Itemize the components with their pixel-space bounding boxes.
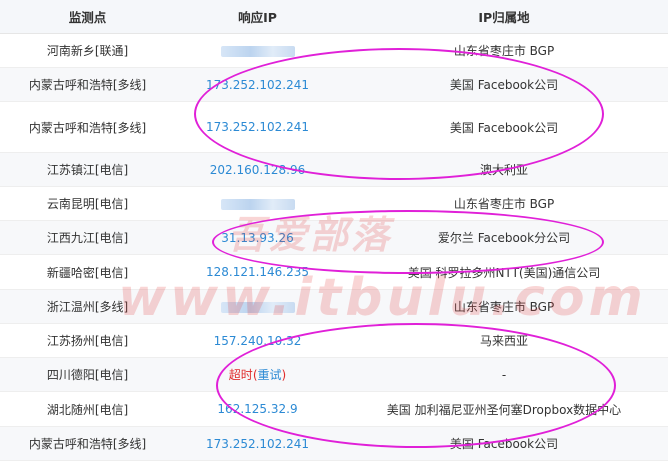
table-header: 监测点 响应IP IP归属地	[0, 0, 668, 34]
ip-link[interactable]: 157.240.10.32	[214, 334, 302, 348]
ip-link[interactable]: 31.13.93.26	[221, 231, 294, 245]
timeout-label: 超时	[228, 368, 253, 382]
header-response-ip: 响应IP	[238, 10, 277, 25]
cell-ip-location: 美国 科罗拉多州NTT(美国)通信公司	[407, 265, 601, 280]
cell-response-ip: 31.13.93.26	[175, 231, 340, 245]
ip-link[interactable]: 173.252.102.241	[206, 437, 309, 451]
table-body: 河南新乡[联通] 山东省枣庄市 BGP 内蒙古呼和浩特[多线] 173.252.102…	[0, 34, 668, 461]
cell-response-ip: 173.252.102.241	[175, 120, 340, 134]
blurred-ip	[220, 45, 295, 57]
table-row: 内蒙古呼和浩特[多线] 173.252.102.241 美国 Facebook公司	[0, 68, 668, 102]
cell-ip-location: 马来西亚	[479, 334, 528, 348]
ip-link[interactable]: 173.252.102.241	[206, 120, 309, 134]
cell-location: 浙江温州[多线]	[46, 300, 129, 314]
cell-location: 河南新乡[联通]	[46, 44, 129, 58]
cell-ip-location: -	[501, 367, 507, 382]
cell-location: 内蒙古呼和浩特[多线]	[28, 120, 147, 135]
cell-location: 江西九江[电信]	[46, 231, 129, 245]
table-row: 江苏扬州[电信] 157.240.10.32 马来西亚	[0, 324, 668, 358]
retry-link[interactable]: 重试	[258, 368, 282, 382]
cell-response-ip: 157.240.10.32	[175, 334, 340, 348]
cell-ip-location: 山东省枣庄市 BGP	[453, 197, 555, 211]
table-row: 内蒙古呼和浩特[多线] 173.252.102.241 美国 Facebook公司	[0, 427, 668, 461]
cell-ip-location: 美国 加利福尼亚州圣何塞Dropbox数据中心	[386, 402, 622, 417]
cell-ip-location: 山东省枣庄市 BGP	[453, 44, 555, 58]
cell-response-ip: 173.252.102.241	[175, 78, 340, 92]
header-location: 监测点	[68, 10, 107, 25]
cell-location: 新疆哈密[电信]	[46, 265, 129, 280]
blurred-ip	[220, 198, 295, 210]
cell-location: 湖北随州[电信]	[46, 402, 129, 417]
cell-ip-location: 爱尔兰 Facebook分公司	[437, 231, 571, 245]
cell-location: 江苏镇江[电信]	[46, 163, 129, 177]
table-row: 湖北随州[电信] 162.125.32.9 美国 加利福尼亚州圣何塞Dropbox数…	[0, 392, 668, 427]
paren-close: )	[281, 368, 287, 382]
cell-ip-location: 美国 Facebook公司	[449, 78, 559, 92]
dns-check-table: 监测点 响应IP IP归属地 河南新乡[联通] 山东省枣庄市 BGP 内蒙古呼和浩特…	[0, 0, 668, 461]
table-row: 浙江温州[多线] 山东省枣庄市 BGP	[0, 290, 668, 324]
cell-response-ip: 超时(重试)	[175, 366, 340, 383]
cell-response-ip	[175, 300, 340, 314]
table-row: 四川德阳[电信] 超时(重试) -	[0, 358, 668, 392]
cell-location: 四川德阳[电信]	[46, 368, 129, 382]
cell-location: 内蒙古呼和浩特[多线]	[28, 78, 147, 92]
blurred-ip	[220, 301, 295, 313]
cell-ip-location: 美国 Facebook公司	[449, 120, 559, 135]
table-row: 内蒙古呼和浩特[多线] 173.252.102.241 美国 Facebook公司	[0, 102, 668, 153]
table-row: 江苏镇江[电信] 202.160.128.96 澳大利亚	[0, 153, 668, 187]
table-row: 河南新乡[联通] 山东省枣庄市 BGP	[0, 34, 668, 68]
cell-ip-location: 山东省枣庄市 BGP	[453, 300, 555, 314]
cell-response-ip: 202.160.128.96	[175, 163, 340, 177]
cell-location: 云南昆明[电信]	[46, 197, 129, 211]
cell-response-ip: 162.125.32.9	[175, 402, 340, 416]
ip-link[interactable]: 128.121.146.235	[206, 265, 309, 279]
ip-link[interactable]: 162.125.32.9	[217, 402, 297, 416]
ip-link[interactable]: 202.160.128.96	[210, 163, 305, 177]
cell-response-ip: 128.121.146.235	[175, 265, 340, 279]
cell-response-ip	[175, 197, 340, 211]
cell-ip-location: 美国 Facebook公司	[449, 437, 559, 451]
cell-ip-location: 澳大利亚	[479, 163, 528, 177]
cell-location: 江苏扬州[电信]	[46, 334, 129, 348]
cell-response-ip: 173.252.102.241	[175, 437, 340, 451]
cell-location: 内蒙古呼和浩特[多线]	[28, 437, 147, 451]
table-row: 云南昆明[电信] 山东省枣庄市 BGP	[0, 187, 668, 221]
cell-response-ip	[175, 44, 340, 58]
ip-link[interactable]: 173.252.102.241	[206, 78, 309, 92]
table-row: 新疆哈密[电信] 128.121.146.235 美国 科罗拉多州NTT(美国)通信…	[0, 255, 668, 290]
header-ip-location: IP归属地	[478, 10, 530, 25]
table-row: 江西九江[电信] 31.13.93.26 爱尔兰 Facebook分公司	[0, 221, 668, 255]
